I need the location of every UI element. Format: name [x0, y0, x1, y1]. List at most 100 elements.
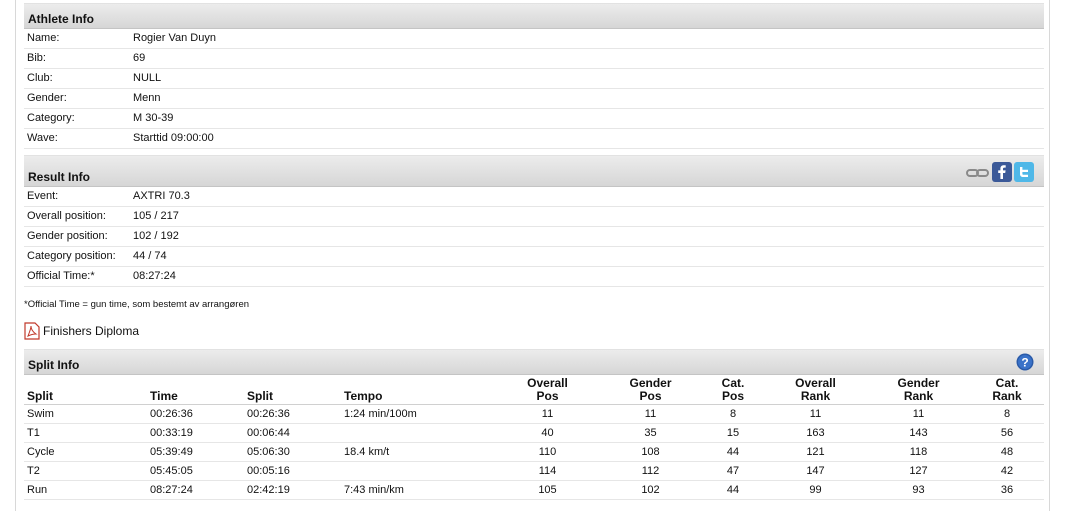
table-cell: 143: [867, 423, 970, 443]
athlete-info-label: Wave:: [27, 132, 58, 144]
table-cell: Cycle: [24, 442, 147, 462]
table-cell: 105: [496, 480, 599, 500]
table-cell: 108: [599, 442, 702, 462]
athlete-info-list: Name: Rogier Van Duyn Bib: 69 Club: NULL Gende…: [24, 29, 1044, 149]
table-cell: 7:43 min/km: [341, 480, 496, 500]
result-info-row: Gender position: 102 / 192: [24, 227, 1044, 247]
result-info-value: 105 / 217: [133, 210, 179, 222]
result-info-list: Event: AXTRI 70.3 Overall position: 105 / 2…: [24, 187, 1044, 287]
table-cell: T2: [24, 461, 147, 481]
finishers-diploma-link[interactable]: Finishers Diploma: [24, 322, 139, 340]
result-info-label: Official Time:*: [27, 270, 95, 282]
result-info-header: Result Info: [24, 155, 1044, 187]
result-info-label: Gender position:: [27, 230, 108, 242]
table-cell: [341, 461, 496, 481]
facebook-icon[interactable]: [992, 162, 1012, 187]
result-info-title: Result Info: [28, 170, 90, 184]
athlete-info-value: 69: [133, 52, 146, 64]
table-cell: 40: [496, 423, 599, 443]
table-cell: 147: [764, 461, 867, 481]
table-cell: 93: [867, 480, 970, 500]
athlete-info-label: Club:: [27, 72, 53, 84]
twitter-icon[interactable]: [1014, 162, 1034, 187]
result-info-label: Overall position:: [27, 210, 106, 222]
split-table: Split Time Split Tempo Overall Pos Gender Pos Ca…: [24, 375, 1044, 500]
help-icon[interactable]: ?: [1016, 353, 1034, 376]
split-column-header-line2: Pos: [721, 389, 744, 403]
athlete-info-value: NULL: [133, 72, 162, 84]
split-column-header: Split: [24, 375, 147, 405]
split-column-header: Gender Pos: [599, 375, 702, 405]
athlete-info-title: Athlete Info: [28, 12, 94, 26]
result-info-value: 08:27:24: [133, 270, 176, 282]
link-icon[interactable]: [966, 166, 990, 184]
table-row: Run 08:27:24 02:42:19 7:43 min/km 105 102 44 99…: [24, 480, 1044, 500]
table-cell: 11: [867, 404, 970, 424]
table-row: T1 00:33:19 00:06:44 40 35 15 163 143 56: [24, 423, 1044, 443]
result-info-row: Overall position: 105 / 217: [24, 207, 1044, 227]
split-header-row: Split Time Split Tempo Overall Pos Gender Pos Ca…: [24, 375, 1044, 405]
table-cell: 56: [970, 423, 1044, 443]
result-info-row: Event: AXTRI 70.3: [24, 187, 1044, 207]
official-time-note: *Official Time = gun time, som bestemt a…: [24, 299, 250, 310]
table-cell: 05:39:49: [147, 442, 244, 462]
athlete-info-row: Gender: Menn: [24, 89, 1044, 109]
split-column-header: Cat. Rank: [970, 375, 1044, 405]
split-column-header-line2: Rank: [800, 389, 831, 403]
athlete-info-row: Name: Rogier Van Duyn: [24, 29, 1044, 49]
table-cell: 163: [764, 423, 867, 443]
result-info-label: Event:: [27, 190, 59, 202]
table-cell: Swim: [24, 404, 147, 424]
athlete-info-value: Menn: [133, 92, 161, 104]
result-info-value: 102 / 192: [133, 230, 179, 242]
athlete-info-value: M 30-39: [133, 112, 174, 124]
split-column-header-line2: Rank: [992, 389, 1022, 403]
table-cell: 00:06:44: [244, 423, 341, 443]
table-cell: 11: [764, 404, 867, 424]
split-column-header: Overall Rank: [764, 375, 867, 405]
athlete-info-header: Athlete Info: [24, 3, 1044, 29]
split-column-header: Time: [147, 375, 244, 405]
athlete-info-label: Category:: [27, 112, 75, 124]
table-row: Cycle 05:39:49 05:06:30 18.4 km/t 110 108 44 12…: [24, 442, 1044, 462]
table-cell: 00:05:16: [244, 461, 341, 481]
result-info-label: Category position:: [27, 250, 116, 262]
table-cell: 44: [702, 480, 764, 500]
result-info-row: Official Time:* 08:27:24: [24, 267, 1044, 287]
table-cell: Run: [24, 480, 147, 500]
table-cell: 112: [599, 461, 702, 481]
athlete-info-row: Bib: 69: [24, 49, 1044, 69]
result-info-section: Result Info Event: AXTRI 70.3 Overall po…: [24, 155, 1044, 287]
split-column-header-line2: Pos: [536, 389, 559, 403]
result-info-value: AXTRI 70.3: [133, 190, 190, 202]
split-column-header-line2: Split: [27, 389, 53, 403]
finishers-diploma-label: Finishers Diploma: [43, 324, 140, 338]
split-column-header: Gender Rank: [867, 375, 970, 405]
split-column-header-line2: Tempo: [344, 389, 383, 403]
table-cell: 48: [970, 442, 1044, 462]
table-cell: 36: [970, 480, 1044, 500]
athlete-info-label: Name:: [27, 32, 60, 44]
split-column-header: Overall Pos: [496, 375, 599, 405]
split-column-header-line2: Split: [247, 389, 273, 403]
table-cell: 00:26:36: [244, 404, 341, 424]
table-cell: 8: [970, 404, 1044, 424]
table-cell: 102: [599, 480, 702, 500]
table-cell: 11: [496, 404, 599, 424]
result-info-value: 44 / 74: [133, 250, 167, 262]
table-cell: 118: [867, 442, 970, 462]
table-cell: 99: [764, 480, 867, 500]
table-cell: 127: [867, 461, 970, 481]
athlete-info-row: Wave: Starttid 09:00:00: [24, 129, 1044, 149]
split-info-title: Split Info: [28, 358, 80, 372]
table-cell: 15: [702, 423, 764, 443]
pdf-icon: [24, 322, 40, 340]
table-cell: 8: [702, 404, 764, 424]
table-cell: 05:45:05: [147, 461, 244, 481]
athlete-info-value: Rogier Van Duyn: [133, 32, 216, 44]
athlete-info-row: Category: M 30-39: [24, 109, 1044, 129]
result-info-row: Category position: 44 / 74: [24, 247, 1044, 267]
split-column-header: Tempo: [341, 375, 496, 405]
split-info-section: Split Info ? Split Time Split Tempo Overall P…: [24, 349, 1044, 500]
table-cell: 121: [764, 442, 867, 462]
